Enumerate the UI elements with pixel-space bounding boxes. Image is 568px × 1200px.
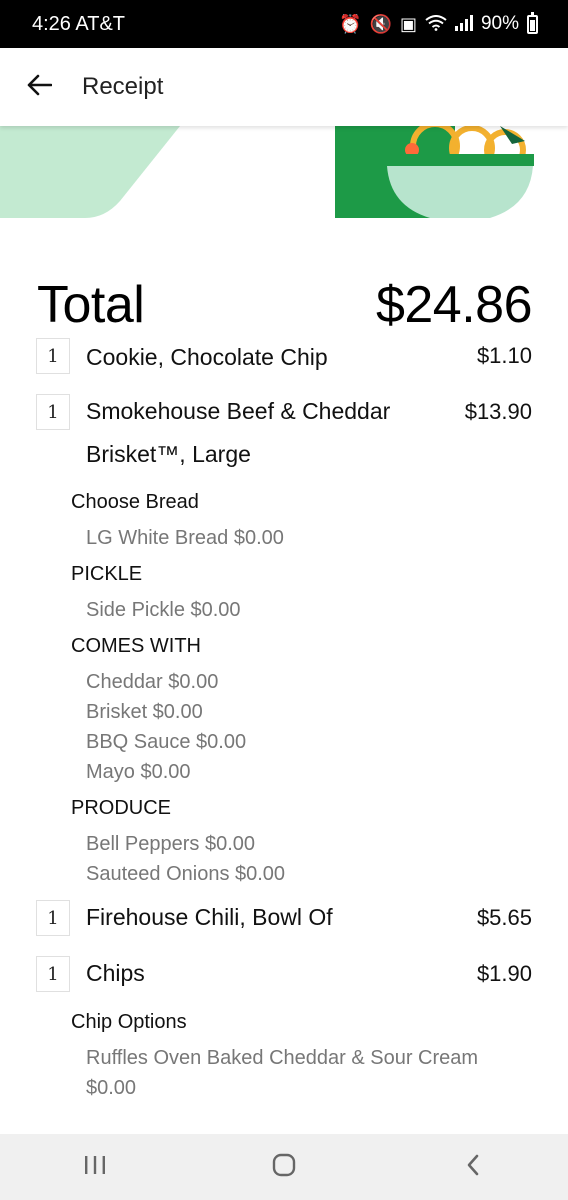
signal-icon (454, 14, 473, 34)
battery-icon (527, 11, 538, 34)
item-name: Firehouse Chili, Bowl Of (86, 904, 333, 930)
app-header: Receipt (0, 48, 568, 126)
item-quantity: 1 (36, 900, 70, 936)
item-quantity: 1 (36, 338, 70, 374)
alarm-icon: ⏰ (339, 14, 362, 34)
option-heading-pickle: PICKLE (71, 563, 143, 585)
option-value: Sauteed Onions $0.00 (86, 863, 286, 885)
option-value: Side Pickle $0.00 (86, 599, 241, 621)
system-back-button[interactable] (428, 1134, 518, 1200)
home-icon (271, 1152, 297, 1183)
item-name: Cookie, Chocolate Chip (86, 344, 328, 370)
option-value: Bell Peppers $0.00 (86, 833, 256, 855)
system-nav-bar (0, 1134, 568, 1200)
total-value: $24.86 (375, 276, 533, 334)
banner-illustration (0, 126, 534, 218)
option-value: BBQ Sauce $0.00 (86, 731, 247, 753)
option-value: $0.00 (86, 1077, 137, 1099)
chevron-left-icon (464, 1153, 482, 1182)
option-value: Mayo $0.00 (86, 761, 191, 783)
item-price: $1.10 (476, 343, 532, 368)
option-value: Ruffles Oven Baked Cheddar & Sour Cream (86, 1047, 479, 1069)
option-value: Brisket $0.00 (86, 701, 203, 723)
option-heading-bread: Choose Bread (71, 491, 199, 513)
home-button[interactable] (239, 1134, 329, 1200)
total-row: Total $24.86 (37, 270, 533, 340)
data-saver-icon: ▣ (399, 14, 417, 34)
line-item: 1 Firehouse Chili, Bowl Of $5.65 (36, 900, 532, 940)
option-heading-comes-with: COMES WITH (71, 635, 201, 657)
status-bar: 4:26 AT&T ⏰ 🔇 ▣ 90% (0, 0, 568, 48)
receipt-banner (0, 126, 568, 218)
total-label: Total (37, 276, 145, 334)
status-time: 4:26 AT&T (32, 12, 126, 35)
option-value: LG White Bread $0.00 (86, 527, 284, 549)
line-item: 1 Chips $1.90 (36, 956, 532, 996)
item-quantity: 1 (36, 394, 70, 430)
item-name-line-2: Brisket™, Large (86, 441, 251, 467)
option-value: Cheddar $0.00 (86, 671, 219, 693)
item-name-line-1: Smokehouse Beef & Cheddar (86, 398, 391, 424)
item-price: $5.65 (476, 905, 532, 930)
mute-icon: 🔇 (369, 14, 392, 34)
option-heading-chips: Chip Options (71, 1011, 187, 1033)
status-icons: ⏰ 🔇 ▣ 90% (339, 11, 538, 35)
wifi-icon (425, 14, 447, 34)
item-quantity: 1 (36, 956, 70, 992)
battery-percent: 90% (480, 13, 519, 34)
back-button[interactable] (0, 48, 78, 126)
recent-apps-icon (83, 1154, 107, 1181)
page-title: Receipt (82, 73, 164, 100)
recent-apps-button[interactable] (50, 1134, 140, 1200)
line-item: 1 Cookie, Chocolate Chip $1.10 (36, 338, 532, 378)
item-price: $13.90 (464, 399, 532, 424)
arrow-left-icon (26, 74, 53, 101)
item-price: $1.90 (476, 961, 532, 986)
item-name: Chips (86, 960, 145, 986)
option-heading-produce: PRODUCE (71, 797, 172, 819)
